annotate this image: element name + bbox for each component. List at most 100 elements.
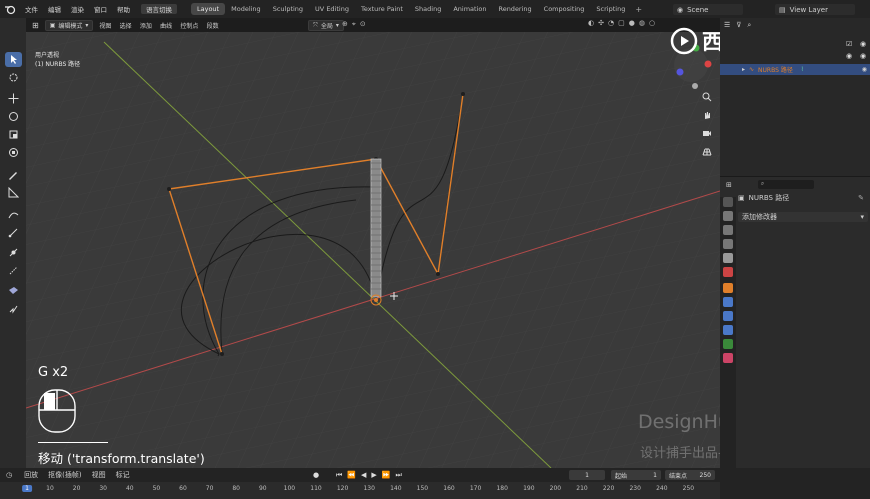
shear-tool-button[interactable]: [5, 301, 22, 316]
blender-logo-icon[interactable]: [4, 3, 16, 15]
tab-scripting[interactable]: Scripting: [590, 3, 631, 15]
render-tab-icon[interactable]: [723, 211, 733, 221]
select-tool-button[interactable]: [5, 52, 22, 67]
menu-timeline-view[interactable]: 视图: [92, 470, 106, 480]
menu-keying[interactable]: 抠像(插帧): [48, 470, 81, 480]
tilt-tool-button[interactable]: [5, 263, 22, 278]
eye-icon[interactable]: ◉: [860, 52, 866, 60]
next-keyframe-icon[interactable]: ⏩: [382, 471, 391, 480]
play-icon[interactable]: ▶: [371, 471, 376, 480]
zoom-icon[interactable]: [699, 90, 715, 104]
tab-animation[interactable]: Animation: [447, 3, 492, 15]
snap-controls[interactable]: ⊕ ⌖ ⊙: [342, 20, 366, 29]
properties-type-icon[interactable]: ⊞: [726, 181, 732, 189]
constraints-tab-icon[interactable]: [723, 339, 733, 349]
view-layer-selector[interactable]: ▤ View Layer: [775, 4, 855, 15]
start-frame-field[interactable]: 起始 1: [611, 470, 661, 480]
snap-icon[interactable]: ⌖: [352, 20, 356, 29]
object-tab-icon[interactable]: [723, 283, 733, 293]
play-reverse-icon[interactable]: ◀: [361, 471, 366, 480]
grid-ortho-icon[interactable]: [699, 144, 715, 158]
output-tab-icon[interactable]: [723, 225, 733, 235]
expand-arrow-icon[interactable]: ▸: [742, 66, 745, 73]
physics-tab-icon[interactable]: [723, 325, 733, 335]
timeline-type-icon[interactable]: ◷: [6, 471, 12, 479]
particles-tab-icon[interactable]: [723, 311, 733, 321]
prev-keyframe-icon[interactable]: ⏪: [347, 471, 356, 480]
tab-shading[interactable]: Shading: [409, 3, 447, 15]
menu-add[interactable]: 添加: [140, 23, 152, 30]
annotate-tool-button[interactable]: [5, 167, 22, 182]
menu-view[interactable]: 视图: [99, 23, 111, 30]
scene-tab-icon[interactable]: [723, 253, 733, 263]
tab-texture-paint[interactable]: Texture Paint: [355, 3, 409, 15]
measure-tool-button[interactable]: [5, 185, 22, 200]
overlays-icon[interactable]: ◔: [608, 19, 614, 27]
menu-playback[interactable]: 回放: [24, 470, 38, 480]
mode-selector[interactable]: ▣ 编辑模式 ▾: [44, 19, 94, 31]
search-icon[interactable]: ⌕: [747, 21, 751, 30]
shading-material-icon[interactable]: ◍: [639, 19, 645, 27]
menu-control-points[interactable]: 控制点: [180, 23, 198, 30]
menu-marker[interactable]: 标记: [116, 470, 130, 480]
move-tool-button[interactable]: [5, 91, 22, 106]
proportional-edit-icon[interactable]: ⊙: [360, 20, 366, 29]
collection-checkbox-icon[interactable]: ☑: [846, 40, 852, 48]
menu-edit[interactable]: 编辑: [43, 4, 66, 14]
outliner[interactable]: ☰ ⊽ ⌕ ☑ ◉ ◉ ◉ ▸ ∿ NURBS 路径 ⌇ ◉: [720, 18, 870, 176]
tab-uv-editing[interactable]: UV Editing: [309, 3, 355, 15]
pin-icon[interactable]: ✎: [858, 194, 864, 202]
menu-window[interactable]: 窗口: [89, 4, 112, 14]
tab-modeling[interactable]: Modeling: [225, 3, 267, 15]
hand-pan-icon[interactable]: [699, 108, 715, 122]
extrude-tool-button[interactable]: [5, 225, 22, 240]
material-tab-icon[interactable]: [723, 353, 733, 363]
menu-render[interactable]: 渲染: [66, 4, 89, 14]
record-icon[interactable]: ●: [313, 471, 319, 479]
radius-tool-button[interactable]: [5, 245, 22, 260]
cursor-tool-button[interactable]: [5, 70, 22, 85]
tab-layout[interactable]: Layout: [191, 3, 226, 15]
visibility-icon[interactable]: ◐: [588, 19, 594, 27]
scene-selector[interactable]: ◉ Scene: [673, 4, 743, 15]
add-workspace-button[interactable]: +: [631, 5, 646, 14]
tab-compositing[interactable]: Compositing: [538, 3, 591, 15]
props-search-field[interactable]: ⌕: [757, 180, 814, 189]
world-tab-icon[interactable]: [723, 267, 733, 277]
gizmo-icon[interactable]: ✣: [598, 19, 604, 27]
pivot-icon[interactable]: ⊕: [342, 20, 348, 29]
draw-curve-tool-button[interactable]: [5, 207, 22, 222]
end-frame-field[interactable]: 结束点 250: [665, 470, 715, 480]
tab-rendering[interactable]: Rendering: [492, 3, 537, 15]
filter-icon[interactable]: ⊽: [736, 21, 741, 30]
3d-viewport[interactable]: 用户透视 (1) NURBS 路径 G x2 移动 ('transform.tr…: [26, 32, 720, 468]
view-layer-tab-icon[interactable]: [723, 239, 733, 249]
menu-help[interactable]: 帮助: [112, 4, 135, 14]
menu-select[interactable]: 选择: [120, 23, 132, 30]
menu-file[interactable]: 文件: [20, 4, 43, 14]
outliner-row-nurbs[interactable]: ▸ ∿ NURBS 路径 ⌇ ◉: [720, 64, 870, 75]
shading-solid-icon[interactable]: ●: [629, 19, 635, 27]
shading-rendered-icon[interactable]: ○: [649, 19, 655, 27]
menu-curve[interactable]: 曲线: [160, 23, 172, 30]
jump-end-icon[interactable]: ⏭: [396, 471, 402, 480]
xray-icon[interactable]: ▢: [618, 19, 625, 27]
scale-tool-button[interactable]: [5, 127, 22, 142]
outliner-type-icon[interactable]: ☰: [724, 21, 730, 30]
eye-icon[interactable]: ◉: [860, 40, 866, 48]
transform-orientation-selector[interactable]: ⤧ 全局 ▾: [308, 20, 344, 31]
current-frame-field[interactable]: 1: [569, 470, 605, 480]
camera-icon[interactable]: [699, 126, 715, 140]
eye-icon[interactable]: ◉: [862, 66, 867, 73]
jump-start-icon[interactable]: ⏮: [336, 471, 342, 480]
eye-icon[interactable]: ◉: [846, 52, 852, 60]
transform-tool-button[interactable]: [5, 145, 22, 160]
modifier-tab-icon[interactable]: [723, 297, 733, 307]
language-toggle-button[interactable]: 语言切换: [141, 4, 177, 14]
randomize-tool-button[interactable]: [5, 283, 22, 298]
frame-ruler[interactable]: 1 10 20 30 40 50 60 70 80 90 100 110 120 130 140 150 160…: [0, 482, 720, 499]
menu-segments[interactable]: 段数: [207, 23, 219, 30]
add-modifier-dropdown[interactable]: 添加修改器 ▾: [738, 212, 868, 222]
editor-type-icon[interactable]: ⊞: [32, 21, 39, 30]
tab-sculpting[interactable]: Sculpting: [267, 3, 309, 15]
